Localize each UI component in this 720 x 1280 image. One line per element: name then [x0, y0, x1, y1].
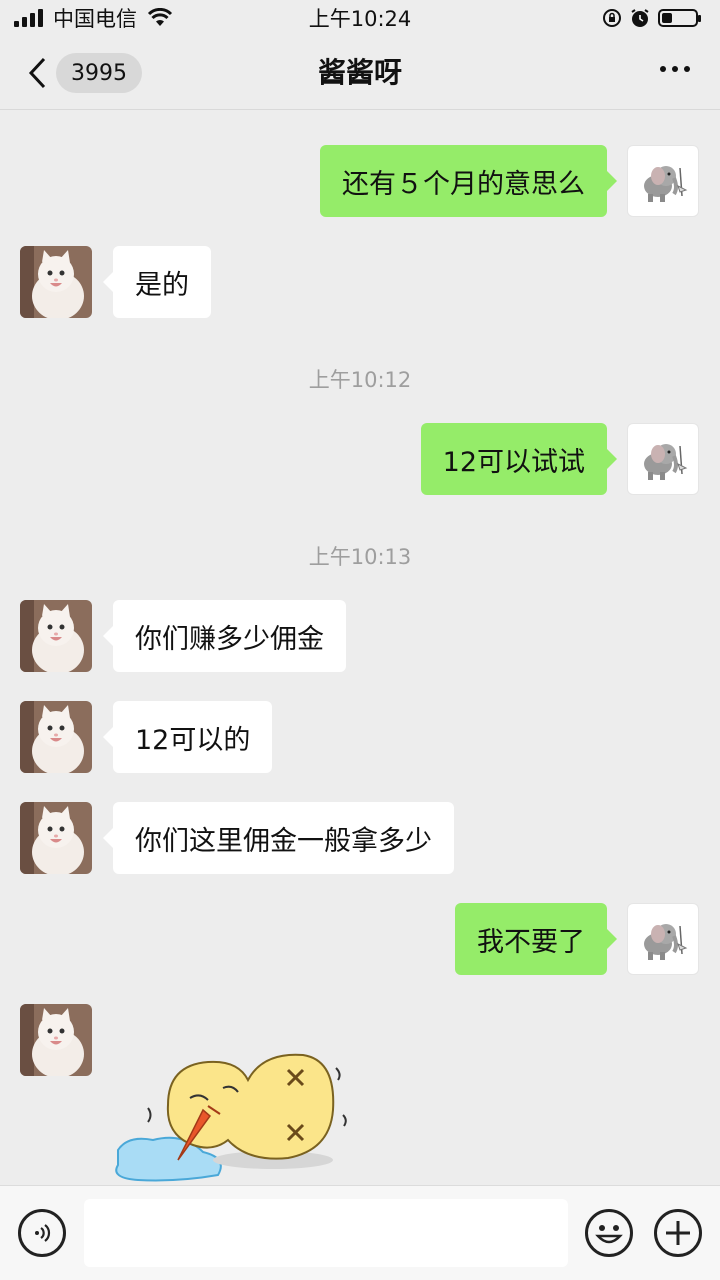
white-cat-avatar-icon — [20, 1004, 92, 1076]
message-timestamp: 上午10:13 — [308, 545, 412, 569]
unread-count-badge[interactable]: 3995 — [56, 53, 142, 93]
battery-icon — [658, 9, 701, 27]
more-functions-button[interactable] — [654, 1209, 702, 1257]
status-right — [602, 8, 701, 28]
message-bubble-sent[interactable]: 还有５个月的意思么 — [320, 145, 617, 217]
battery-level — [662, 13, 672, 23]
contact-avatar[interactable] — [20, 1004, 92, 1076]
voice-icon — [35, 1224, 51, 1242]
back-button[interactable] — [22, 56, 52, 90]
message-bubble-received[interactable]: 是的 — [103, 246, 211, 318]
status-left: 中国电信 — [14, 3, 173, 33]
voice-input-button[interactable] — [18, 1209, 66, 1257]
signal-icon — [14, 9, 43, 27]
chat-input-bar — [0, 1185, 720, 1280]
contact-avatar[interactable] — [20, 246, 92, 318]
white-cat-avatar-icon — [20, 600, 92, 672]
status-bar: 中国电信 上午10:24 — [0, 0, 720, 36]
message-bubble-sent[interactable]: 我不要了 — [455, 903, 617, 975]
dot — [660, 66, 666, 72]
chat-header: 3995 酱酱呀 — [0, 36, 720, 110]
white-cat-avatar-icon — [20, 701, 92, 773]
elephant-avatar-icon — [644, 444, 688, 480]
crying-chick-sticker[interactable] — [108, 1040, 358, 1185]
contact-avatar[interactable] — [20, 701, 92, 773]
carrier-name: 中国电信 — [53, 7, 137, 31]
message-bubble-received[interactable]: 你们这里佣金一般拿多少 — [103, 802, 454, 874]
emoji-button[interactable] — [585, 1209, 633, 1257]
self-avatar[interactable] — [627, 903, 699, 975]
elephant-avatar-icon — [644, 166, 688, 202]
emoji-icon — [595, 1225, 623, 1244]
alarm-icon — [631, 9, 649, 27]
more-options-button[interactable] — [660, 66, 690, 72]
message-bubble-received[interactable]: 你们赚多少佣金 — [103, 600, 346, 672]
white-cat-avatar-icon — [20, 802, 92, 874]
self-avatar[interactable] — [627, 145, 699, 217]
dot — [684, 66, 690, 72]
message-bubble-received[interactable]: 12可以的 — [102, 701, 273, 773]
contact-avatar[interactable] — [20, 600, 92, 672]
plus-icon — [666, 1221, 690, 1245]
back-chevron-icon — [28, 57, 46, 89]
contact-avatar[interactable] — [20, 802, 92, 874]
message-input[interactable] — [84, 1199, 568, 1267]
message-bubble-sent[interactable]: 12可以试试 — [420, 423, 618, 495]
white-cat-avatar-icon — [20, 246, 92, 318]
elephant-avatar-icon — [644, 924, 688, 960]
rotation-lock-icon — [603, 9, 621, 27]
dot — [672, 66, 678, 72]
self-avatar[interactable] — [627, 423, 699, 495]
message-timestamp: 上午10:12 — [308, 368, 412, 392]
wifi-icon — [147, 8, 173, 26]
